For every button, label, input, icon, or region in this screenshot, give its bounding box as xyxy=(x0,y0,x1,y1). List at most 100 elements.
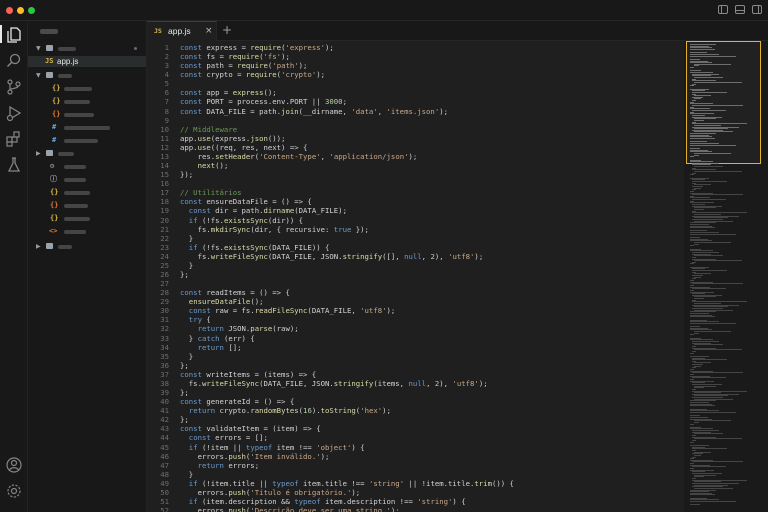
toggle-panel-icon[interactable] xyxy=(735,5,745,14)
code-line[interactable]: 35 } xyxy=(147,352,684,361)
search-icon[interactable] xyxy=(5,52,23,70)
code-line[interactable]: 48 } xyxy=(147,470,684,479)
line-number: 27 xyxy=(160,279,169,289)
code-line[interactable]: 34 return []; xyxy=(147,343,684,352)
code-line[interactable]: 8 const DATA_FILE = path.join(__dirname, … xyxy=(147,107,684,116)
tree-file[interactable]: # xyxy=(28,122,146,133)
code-line[interactable]: 40 const generateId = () => { xyxy=(147,397,684,406)
code-line[interactable]: 36}; xyxy=(147,361,684,370)
code-line[interactable]: 21 fs.mkdirSync(dir, { recursive: true }… xyxy=(147,225,684,234)
tree-file[interactable]: {} xyxy=(28,109,146,120)
code-line[interactable]: 3 const path = require('path'); xyxy=(147,61,684,70)
tree-file[interactable]: <> xyxy=(28,226,146,237)
code-line[interactable]: 32 return JSON.parse(raw); xyxy=(147,324,684,333)
code-line[interactable]: 51 if (item.description && typeof item.d… xyxy=(147,497,684,506)
code-line[interactable]: 50 errors.push('Título é obrigatório.'); xyxy=(147,488,684,497)
line-number: 21 xyxy=(160,224,169,234)
toggle-secondary-sidebar-icon[interactable] xyxy=(752,5,762,14)
code-line[interactable]: 11 app.use(express.json()); xyxy=(147,134,684,143)
code-text: }); xyxy=(180,170,194,180)
code-line[interactable]: 1 const express = require('express'); xyxy=(147,43,684,52)
testing-icon[interactable] xyxy=(5,156,23,174)
code-text: res.setHeader('Content-Type', 'applicati… xyxy=(180,151,418,161)
tab-app-js[interactable]: JS app.js × xyxy=(147,21,217,41)
account-icon[interactable] xyxy=(5,456,23,474)
tree-item-label xyxy=(64,113,94,117)
minimap[interactable] xyxy=(684,41,768,512)
tree-folder-root[interactable]: ▼ xyxy=(28,43,146,54)
code-line[interactable]: 15}); xyxy=(147,170,684,179)
tree-file[interactable]: # xyxy=(28,135,146,146)
code-text: fs.writeFileSync(DATA_FILE, JSON.stringi… xyxy=(180,378,488,388)
code-line[interactable]: 22 } xyxy=(147,234,684,243)
code-line[interactable]: 7 const PORT = process.env.PORT || 3000; xyxy=(147,97,684,106)
code-line[interactable]: 49 if (!item.title || typeof item.title … xyxy=(147,479,684,488)
tree-file[interactable]: ⓘ xyxy=(28,174,146,185)
code-line[interactable]: 42}; xyxy=(147,415,684,424)
code-line[interactable]: 9 xyxy=(147,116,684,125)
code-line[interactable]: 17 // Utilitários xyxy=(147,188,684,197)
code-line[interactable]: 37 const writeItems = (items) => { xyxy=(147,370,684,379)
code-line[interactable]: 33 } catch (err) { xyxy=(147,334,684,343)
tree-file[interactable]: {} xyxy=(28,187,146,198)
code-line[interactable]: 28 const readItems = () => { xyxy=(147,288,684,297)
code-line[interactable]: 39}; xyxy=(147,388,684,397)
code-line[interactable]: 6 const app = express(); xyxy=(147,88,684,97)
code-line[interactable]: 27 xyxy=(147,279,684,288)
code-line[interactable]: 20 if (!fs.existsSync(dir)) { xyxy=(147,216,684,225)
new-tab-button[interactable]: + xyxy=(222,23,232,37)
code-line[interactable]: 12 app.use((req, res, next) => { xyxy=(147,143,684,152)
code-line[interactable]: 14 next(); xyxy=(147,161,684,170)
tree-file[interactable]: {} xyxy=(28,213,146,224)
tree-file[interactable]: {} xyxy=(28,96,146,107)
code-line[interactable]: 23 if (!fs.existsSync(DATA_FILE)) { xyxy=(147,243,684,252)
minimap-line xyxy=(693,421,699,423)
code-line[interactable]: 38 fs.writeFileSync(DATA_FILE, JSON.stri… xyxy=(147,379,684,388)
code-line[interactable]: 52 errors.push('Descrição deve ser uma s… xyxy=(147,506,684,512)
code-line[interactable]: 24 fs.writeFileSync(DATA_FILE, JSON.stri… xyxy=(147,252,684,261)
code-line[interactable]: 47 return errors; xyxy=(147,461,684,470)
code-line[interactable]: 45 if (!item || typeof item !== 'object'… xyxy=(147,443,684,452)
toggle-primary-sidebar-icon[interactable] xyxy=(718,5,728,14)
code-line[interactable]: 31 try { xyxy=(147,315,684,324)
settings-icon[interactable] xyxy=(5,482,23,500)
code-line[interactable]: 46 errors.push('Item inválido.'); xyxy=(147,452,684,461)
code-line[interactable]: 4 const crypto = require('crypto'); xyxy=(147,70,684,79)
code-line[interactable]: 41 return crypto.randomBytes(16).toStrin… xyxy=(147,406,684,415)
tree-file-app-js[interactable]: JS app.js xyxy=(28,56,146,67)
run-debug-icon[interactable] xyxy=(5,104,23,122)
code-line[interactable]: 26}; xyxy=(147,270,684,279)
tree-folder[interactable]: ▶ xyxy=(28,241,146,252)
tree-folder[interactable]: ▼ xyxy=(28,70,146,81)
source-control-icon[interactable] xyxy=(5,78,23,96)
code-line[interactable]: 25 } xyxy=(147,261,684,270)
code-line[interactable]: 19 const dir = path.dirname(DATA_FILE); xyxy=(147,206,684,215)
code-line[interactable]: 18 const ensureDataFile = () => { xyxy=(147,197,684,206)
code-line[interactable]: 5 xyxy=(147,79,684,88)
code-line[interactable]: 29 ensureDataFile(); xyxy=(147,297,684,306)
code-editor[interactable]: 1 const express = require('express'); 2 con… xyxy=(147,41,684,512)
code-line[interactable]: 2 const fs = require('fs'); xyxy=(147,52,684,61)
explorer-icon[interactable] xyxy=(5,26,23,44)
code-line[interactable]: 44 const errors = []; xyxy=(147,433,684,442)
minimap-line xyxy=(691,359,728,361)
code-line[interactable]: 16 xyxy=(147,179,684,188)
line-number: 8 xyxy=(164,106,169,116)
tree-file[interactable]: {} xyxy=(28,200,146,211)
minimize-window-button[interactable] xyxy=(17,7,24,14)
extensions-icon[interactable] xyxy=(5,130,23,148)
zoom-window-button[interactable] xyxy=(28,7,35,14)
code-line[interactable]: 10 // Middleware xyxy=(147,125,684,134)
close-icon[interactable]: × xyxy=(205,26,213,36)
css-file-icon: # xyxy=(52,136,57,144)
code-line[interactable]: 43 const validateItem = (item) => { xyxy=(147,424,684,433)
code-line[interactable]: 30 const raw = fs.readFileSync(DATA_FILE… xyxy=(147,306,684,315)
code-line[interactable]: 13 res.setHeader('Content-Type', 'applic… xyxy=(147,152,684,161)
minimap-line xyxy=(693,242,732,243)
tree-file[interactable]: {} xyxy=(28,83,146,94)
tree-item-label xyxy=(58,47,76,51)
tree-file[interactable]: ⚙ xyxy=(28,161,146,172)
tree-folder[interactable]: ▶ xyxy=(28,148,146,159)
close-window-button[interactable] xyxy=(6,7,13,14)
line-number: 26 xyxy=(160,270,169,279)
